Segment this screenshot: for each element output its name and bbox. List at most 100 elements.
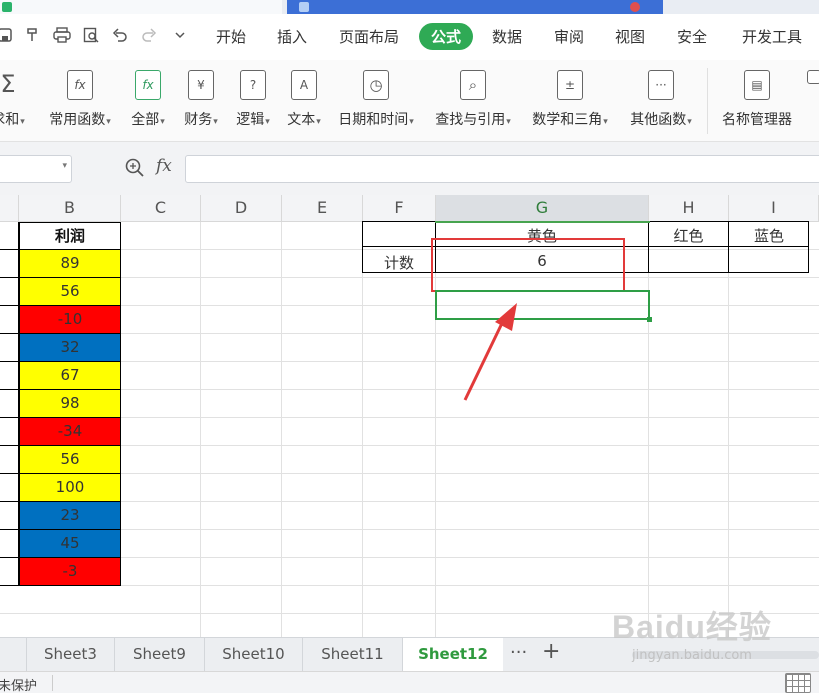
- cell-a[interactable]: [0, 222, 19, 250]
- menu-tab-insert[interactable]: 插入: [277, 26, 307, 47]
- column-header-e[interactable]: E: [282, 195, 363, 222]
- profit-cell[interactable]: 67: [19, 362, 121, 390]
- cell-a[interactable]: [0, 502, 19, 530]
- menu-tab-data[interactable]: 数据: [492, 26, 522, 47]
- math-trig-button[interactable]: ± 数学和三角▾: [525, 70, 615, 136]
- profit-cell[interactable]: 98: [19, 390, 121, 418]
- other-functions-button[interactable]: ··· 其他函数▾: [624, 70, 698, 136]
- gridline: [0, 361, 819, 362]
- cell-a[interactable]: [0, 390, 19, 418]
- name-manager-button[interactable]: ▤ 名称管理器: [716, 70, 798, 136]
- save-icon[interactable]: [0, 24, 16, 46]
- worksheet-grid[interactable]: B C D E F G H I 利润 89 56 -10 32 67 98 -3…: [0, 195, 819, 637]
- column-header-b[interactable]: B: [19, 195, 121, 222]
- add-sheet-icon[interactable]: +: [542, 639, 560, 664]
- red-header-cell[interactable]: 红色: [649, 225, 728, 246]
- column-header-d[interactable]: D: [201, 195, 282, 222]
- menu-tab-view[interactable]: 视图: [615, 26, 645, 47]
- redo-icon[interactable]: [138, 24, 160, 46]
- format-painter-icon[interactable]: [22, 24, 44, 46]
- blue-header-cell[interactable]: 蓝色: [729, 225, 809, 246]
- common-functions-button[interactable]: fx 常用函数▾: [44, 70, 116, 136]
- menu-tab-page-layout[interactable]: 页面布局: [339, 26, 399, 47]
- sheet-tab-partial[interactable]: [0, 638, 27, 671]
- profit-header-cell[interactable]: 利润: [19, 222, 121, 250]
- horizontal-scrollbar[interactable]: [632, 651, 819, 659]
- normal-view-icon[interactable]: [785, 673, 811, 693]
- autosum-button[interactable]: Σ 求和▾: [0, 70, 36, 136]
- profit-cell[interactable]: -10: [19, 306, 121, 334]
- menu-tab-home[interactable]: 开始: [216, 26, 246, 47]
- cell-a[interactable]: [0, 250, 19, 278]
- all-functions-button[interactable]: fx 全部▾: [124, 70, 172, 136]
- column-header-f[interactable]: F: [363, 195, 436, 222]
- gridline: [0, 585, 819, 586]
- profit-cell[interactable]: 56: [19, 446, 121, 474]
- cell-a[interactable]: [0, 334, 19, 362]
- menu-tab-developer[interactable]: 开发工具: [742, 26, 802, 47]
- column-header-i[interactable]: I: [729, 195, 819, 222]
- sheet-tab-sheet3[interactable]: Sheet3: [27, 638, 115, 671]
- gridline: [0, 613, 819, 614]
- gridline: [200, 222, 201, 637]
- gridline: [362, 222, 363, 637]
- profit-cell[interactable]: -3: [19, 558, 121, 586]
- sheet-tab-sheet9[interactable]: Sheet9: [115, 638, 205, 671]
- profit-cell[interactable]: 32: [19, 334, 121, 362]
- profit-cell[interactable]: 45: [19, 530, 121, 558]
- profit-cell[interactable]: 89: [19, 250, 121, 278]
- profit-cell[interactable]: 56: [19, 278, 121, 306]
- profit-cell[interactable]: 23: [19, 502, 121, 530]
- cell-a[interactable]: [0, 362, 19, 390]
- sheet-tab-sheet12[interactable]: Sheet12: [403, 638, 503, 671]
- gridline: [0, 333, 819, 334]
- ribbon-overflow-button[interactable]: [804, 70, 819, 136]
- formula-input[interactable]: [185, 155, 819, 183]
- profit-cell[interactable]: -34: [19, 418, 121, 446]
- gridline: [0, 529, 819, 530]
- lookup-reference-button[interactable]: ⌕ 查找与引用▾: [428, 70, 518, 136]
- spreadsheet-icon: [2, 2, 12, 12]
- menu-bar: 开始 插入 页面布局 公式 数据 审阅 视图 安全 开发工具: [0, 14, 819, 60]
- cell-a[interactable]: [0, 474, 19, 502]
- menu-tab-formulas[interactable]: 公式: [419, 23, 474, 50]
- cell-a[interactable]: [0, 278, 19, 306]
- zoom-formula-icon[interactable]: [124, 157, 146, 179]
- gridline: [0, 501, 819, 502]
- cell-a[interactable]: [0, 418, 19, 446]
- sheet-tab-sheet11[interactable]: Sheet11: [303, 638, 403, 671]
- document-icon: [299, 2, 309, 12]
- finance-label: 财务: [184, 112, 213, 128]
- profit-cell[interactable]: 100: [19, 474, 121, 502]
- finance-button[interactable]: ¥ 财务▾: [177, 70, 225, 136]
- document-tab-active[interactable]: [287, 0, 663, 14]
- cell-a[interactable]: [0, 446, 19, 474]
- gridline: [0, 389, 819, 390]
- column-header-c[interactable]: C: [121, 195, 201, 222]
- cell-a[interactable]: [0, 306, 19, 334]
- column-header-a[interactable]: [0, 195, 19, 222]
- insert-function-icon[interactable]: fx: [156, 156, 172, 176]
- text-functions-button[interactable]: A 文本▾: [280, 70, 328, 136]
- print-icon[interactable]: [51, 24, 73, 46]
- gridline: [0, 445, 819, 446]
- column-header-h[interactable]: H: [649, 195, 729, 222]
- cell-a[interactable]: [0, 530, 19, 558]
- gridline: [648, 222, 649, 637]
- count-label-cell[interactable]: 计数: [363, 252, 435, 273]
- column-header-g[interactable]: G: [436, 195, 649, 222]
- datetime-button[interactable]: ◷ 日期和时间▾: [331, 70, 421, 136]
- cell-a[interactable]: [0, 558, 19, 586]
- logic-button[interactable]: ? 逻辑▾: [229, 70, 277, 136]
- more-sheets-icon[interactable]: ···: [510, 642, 527, 663]
- sheet-tab-sheet10[interactable]: Sheet10: [205, 638, 303, 671]
- document-tab[interactable]: [0, 0, 282, 14]
- all-functions-icon: fx: [135, 70, 161, 100]
- menu-tab-review[interactable]: 审阅: [554, 26, 584, 47]
- undo-icon[interactable]: [109, 24, 131, 46]
- name-box[interactable]: ▾: [0, 155, 72, 183]
- menu-tab-security[interactable]: 安全: [677, 26, 707, 47]
- print-preview-icon[interactable]: [80, 24, 102, 46]
- protection-status[interactable]: 未保护: [0, 675, 37, 693]
- quick-access-dropdown-icon[interactable]: [169, 24, 191, 46]
